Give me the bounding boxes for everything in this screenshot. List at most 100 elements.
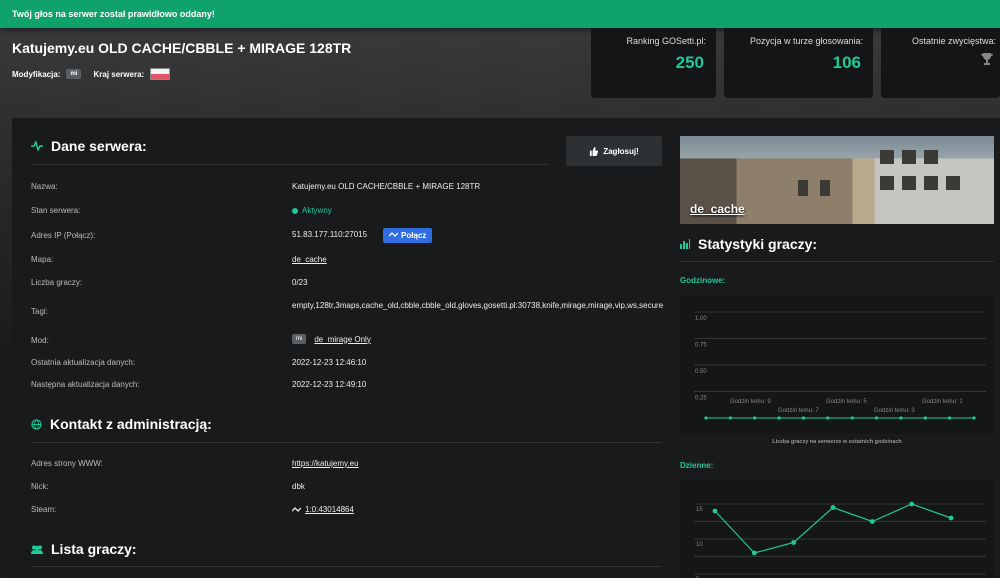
vote-success-notification: Twój głos na serwer został prawidłowo od… bbox=[0, 0, 1000, 28]
tags-value: empty,128tr,3maps,cache_old,cbble,cbble_… bbox=[292, 301, 664, 310]
map-name[interactable]: de_cache bbox=[690, 202, 745, 216]
mod-link[interactable]: de_mirage Only bbox=[314, 335, 370, 344]
last-wins-stat: Ostatnie zwycięstwa: bbox=[881, 28, 1000, 98]
ranking-value: 250 bbox=[675, 53, 704, 72]
steam-label: Steam: bbox=[31, 505, 57, 514]
divider bbox=[680, 261, 994, 262]
hourly-label: Godzinowe: bbox=[680, 276, 726, 285]
hourly-chart-card: 1.00 0.75 0.50 0.25 Godzin temu: 9 Godzin tem… bbox=[680, 296, 994, 446]
vote-position-value: 106 bbox=[832, 53, 861, 72]
server-data-title: Dane serwera: bbox=[51, 138, 147, 154]
nick-value: dbk bbox=[292, 482, 305, 491]
status-value: Aktywny bbox=[292, 206, 332, 215]
status-dot-icon bbox=[292, 207, 298, 214]
data-point bbox=[869, 519, 875, 524]
data-point bbox=[923, 416, 927, 420]
players-list-title: Lista graczy: bbox=[51, 541, 137, 557]
players-list-heading: Lista graczy: bbox=[31, 541, 137, 557]
data-point bbox=[948, 515, 954, 521]
x-tick-label: Godzin temu: 1 bbox=[922, 399, 963, 405]
map-link[interactable]: de_cache bbox=[292, 255, 327, 264]
mod-row: mi de_mirage Only bbox=[292, 334, 371, 344]
poland-flag-icon bbox=[150, 68, 171, 80]
players-value: 0/23 bbox=[292, 278, 308, 287]
mod-badge: mi bbox=[66, 69, 82, 79]
last-wins-label: Ostatnie zwycięstwa: bbox=[911, 36, 996, 46]
users-icon bbox=[31, 545, 43, 554]
steam-link[interactable]: 1:0:43014864 bbox=[305, 505, 354, 514]
daily-chart: 15105 bbox=[680, 480, 994, 578]
vote-position-label: Pozycja w turze głosowania: bbox=[749, 36, 863, 46]
x-tick-label: Godzin temu: 7 bbox=[778, 408, 819, 414]
vote-position-stat: Pozycja w turze głosowania: 106 bbox=[724, 28, 873, 98]
x-tick-label: Godzin temu: 9 bbox=[730, 399, 771, 405]
data-point bbox=[948, 416, 952, 420]
chart-background bbox=[680, 480, 994, 578]
data-point bbox=[909, 501, 915, 507]
data-point bbox=[712, 508, 718, 514]
connect-label: Połącz bbox=[401, 230, 427, 240]
status-label: Stan serwera: bbox=[31, 206, 81, 215]
name-value: Katujemy.eu OLD CACHE/CBBLE + MIRAGE 128… bbox=[292, 182, 481, 191]
pulse-icon bbox=[31, 141, 43, 151]
map-preview-image[interactable]: de_cache bbox=[680, 136, 994, 224]
www-label: Adres strony WWW: bbox=[31, 459, 103, 468]
trophy-icon bbox=[881, 46, 1000, 71]
y-tick-label: 15 bbox=[696, 507, 703, 513]
divider bbox=[31, 442, 662, 443]
ranking-label: Ranking GOSetti.pl: bbox=[626, 36, 706, 46]
name-label: Nazwa: bbox=[31, 182, 58, 191]
server-title: Katujemy.eu OLD CACHE/CBBLE + MIRAGE 128… bbox=[12, 40, 352, 56]
mod-label: Modyfikacja: bbox=[12, 69, 61, 79]
data-point bbox=[826, 416, 830, 420]
nick-label: Nick: bbox=[31, 482, 49, 491]
globe-icon bbox=[31, 418, 42, 430]
vote-button-label: Zagłosuj! bbox=[603, 146, 639, 156]
x-tick-label: Godzin temu: 3 bbox=[874, 408, 915, 414]
connect-button[interactable]: Połącz bbox=[383, 227, 433, 243]
steam-icon bbox=[389, 232, 399, 237]
data-point bbox=[899, 416, 903, 420]
y-tick-label: 1.00 bbox=[695, 316, 707, 322]
players-label: Liczba graczy: bbox=[31, 278, 83, 287]
y-tick-label: 0.50 bbox=[695, 369, 707, 375]
ip-value: 51.83.177.110:27015 bbox=[292, 230, 368, 239]
hourly-chart: 1.00 0.75 0.50 0.25 Godzin temu: 9 Godzin tem… bbox=[680, 296, 994, 445]
player-stats-title: Statystyki graczy: bbox=[698, 236, 818, 252]
map-link-text[interactable]: de_cache bbox=[292, 255, 327, 264]
www-link[interactable]: https://katujemy.eu bbox=[292, 459, 359, 468]
data-point bbox=[874, 416, 879, 420]
www-link-text[interactable]: https://katujemy.eu bbox=[292, 459, 359, 468]
daily-label: Dzienne: bbox=[680, 461, 714, 470]
y-tick-label: 10 bbox=[696, 542, 703, 548]
mod-row-label: Mod: bbox=[31, 336, 49, 345]
y-tick-label: 0.25 bbox=[695, 396, 707, 402]
player-stats-heading: Statystyki graczy: bbox=[680, 236, 817, 252]
map-label: Mapa: bbox=[31, 255, 54, 264]
bar-chart-icon bbox=[680, 239, 690, 249]
status-text: Aktywny bbox=[302, 206, 332, 215]
divider bbox=[31, 164, 548, 165]
steam-icon bbox=[292, 506, 301, 512]
data-point bbox=[801, 416, 806, 420]
data-point bbox=[972, 416, 976, 420]
data-point bbox=[753, 416, 757, 420]
divider bbox=[31, 566, 662, 567]
ranking-stat: Ranking GOSetti.pl: 250 bbox=[591, 28, 716, 98]
chart-title: Liczba graczy na serwerze w ostatnich go… bbox=[772, 439, 902, 445]
data-point bbox=[791, 540, 797, 545]
vote-button[interactable]: Zagłosuj! bbox=[566, 136, 662, 166]
daily-chart-card: 15105 bbox=[680, 480, 994, 578]
ip-label: Adres IP (Połącz): bbox=[31, 231, 96, 240]
server-meta: Modyfikacja: mi Kraj serwera: bbox=[12, 68, 171, 80]
data-point bbox=[751, 550, 757, 556]
country-label: Kraj serwera: bbox=[93, 69, 145, 79]
contact-heading: Kontakt z administracją: bbox=[31, 416, 212, 432]
data-point bbox=[704, 416, 708, 420]
thumbs-up-icon bbox=[590, 146, 599, 156]
next-update-value: 2022-12-23 12:49:10 bbox=[292, 380, 367, 389]
steam-row: 1:0:43014864 bbox=[292, 505, 354, 514]
last-update-label: Ostatnia aktualizacja danych: bbox=[31, 358, 136, 367]
y-tick-label: 0.75 bbox=[695, 343, 707, 349]
data-point bbox=[728, 416, 732, 420]
